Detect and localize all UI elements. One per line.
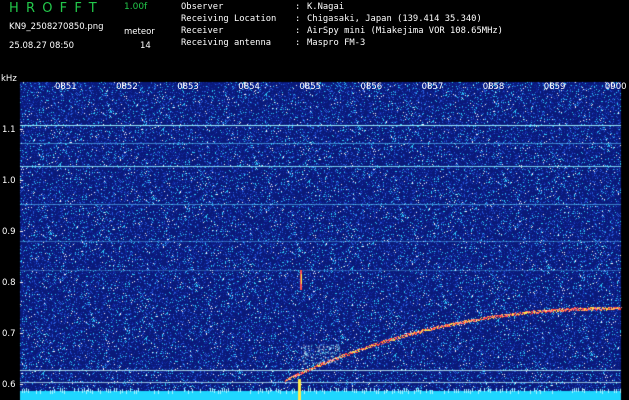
spectrogram-panel: kHz 0851 0852 0853 0854 0855 0856 0857 0858 0859… [0,74,629,400]
freq-tick-label: 0.9 [2,227,16,237]
time-tick-label: 0851 [55,82,77,92]
header-panel: HROFFT 1.00f KN9_2508270850.png meteor 2… [0,0,629,74]
info-label: Receiving antenna [181,38,272,48]
info-label: Observer [181,2,224,12]
spectrogram-canvas [0,74,629,400]
freq-unit-label: kHz [1,74,17,84]
time-tick-label: 0853 [177,82,199,92]
info-label: Receiving Location [181,14,277,24]
info-label: Receiver [181,26,224,36]
freq-tick-label: 1.1 [2,125,16,135]
freq-tick-label: 1.0 [2,176,16,186]
time-tick-label: 0857 [421,82,444,92]
info-row-antenna: Receiving antenna: Maspro FM-3 [181,38,366,48]
app-title: HROFFT [9,1,104,16]
freq-tick-label: 0.7 [2,329,16,339]
meteor-count: 14 [140,41,151,51]
freq-tick-label: 0.8 [2,278,16,288]
time-tick-label: 0859 [543,82,566,92]
freq-tick-label: 0.6 [2,380,16,390]
datetime-label: 25.08.27 08:50 [9,41,75,51]
info-value: Maspro FM-3 [307,38,366,48]
info-value: Chigasaki, Japan (139.414 35.340) [307,14,482,24]
time-tick-label: 0855 [299,82,322,92]
info-row-receiver: Receiver: AirSpy mini (Miakejima VOR 108.… [181,26,503,36]
time-tick-label: 0856 [360,82,383,92]
filename-label: KN9_2508270850.png [9,22,104,32]
time-tick-label: 0900 [604,82,627,92]
info-value: K.Nagai [307,2,345,12]
time-tick-label: 0854 [238,82,260,92]
time-tick-label: 0858 [482,82,505,92]
info-row-location: Receiving Location: Chigasaki, Japan (139… [181,14,482,24]
time-tick-label: 0852 [116,82,138,92]
info-value: AirSpy mini (Miakejima VOR 108.65MHz) [307,26,503,36]
version-label: 1.00f [124,2,148,12]
info-row-observer: Observer: K.Nagai [181,2,345,12]
meteor-label: meteor [124,27,155,37]
